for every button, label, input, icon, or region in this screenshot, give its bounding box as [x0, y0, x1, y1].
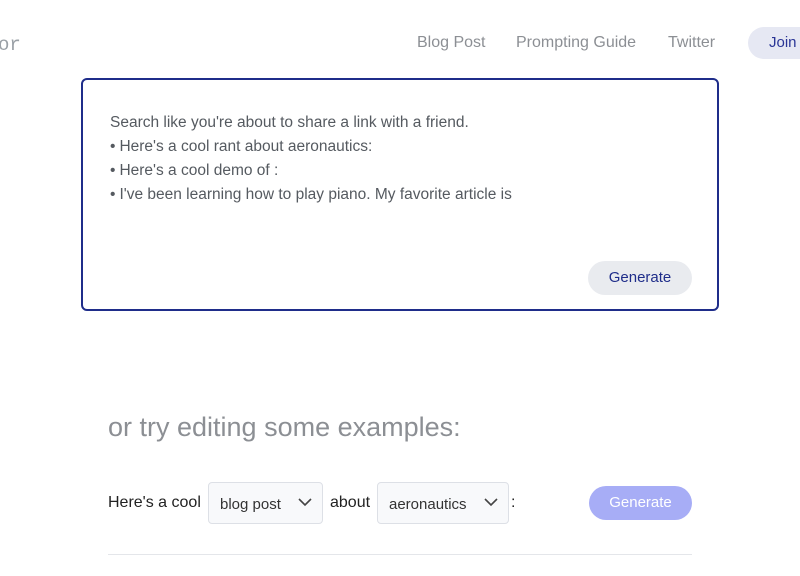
bullet: • [110, 138, 116, 155]
bullet: • [110, 162, 116, 179]
examples-heading: or try editing some examples: [108, 412, 461, 442]
search-textarea[interactable]: Search like you're about to share a link… [110, 111, 670, 207]
topic-value: aeronautics [389, 496, 467, 513]
bullet: • [110, 186, 116, 203]
topic-select[interactable]: aeronautics [377, 482, 509, 524]
example-generate-button[interactable]: Generate [589, 486, 692, 520]
chevron-down-icon [484, 498, 498, 507]
search-example-line: • I've been learning how to play piano. M… [110, 183, 670, 207]
example-prefix: Here's a cool [108, 494, 201, 511]
nav-link-blog-post[interactable]: Blog Post [417, 34, 485, 52]
divider [108, 554, 692, 555]
search-generate-button[interactable]: Generate [588, 261, 692, 295]
search-example-text: Here's a cool rant about aeronautics: [119, 138, 373, 155]
search-intro-line: Search like you're about to share a link… [110, 114, 469, 131]
search-example-text: I've been learning how to play piano. My… [119, 186, 512, 203]
join-button[interactable]: Join [748, 27, 800, 59]
top-nav: Blog Post Prompting Guide Twitter Join [0, 27, 800, 59]
content-type-select[interactable]: blog post [208, 482, 323, 524]
nav-link-twitter[interactable]: Twitter [668, 34, 715, 52]
chevron-down-icon [298, 498, 312, 507]
search-example-line: • Here's a cool rant about aeronautics: [110, 135, 670, 159]
search-box[interactable]: Search like you're about to share a link… [81, 78, 719, 311]
search-example-line: • Here's a cool demo of : [110, 159, 670, 183]
example-suffix: : [511, 494, 516, 511]
example-middle: about [330, 494, 371, 511]
example-row: Here's a cool blog post about aeronautic… [108, 482, 708, 526]
content-type-value: blog post [220, 496, 281, 513]
nav-link-prompting-guide[interactable]: Prompting Guide [516, 34, 636, 52]
search-example-text: Here's a cool demo of : [119, 162, 279, 179]
